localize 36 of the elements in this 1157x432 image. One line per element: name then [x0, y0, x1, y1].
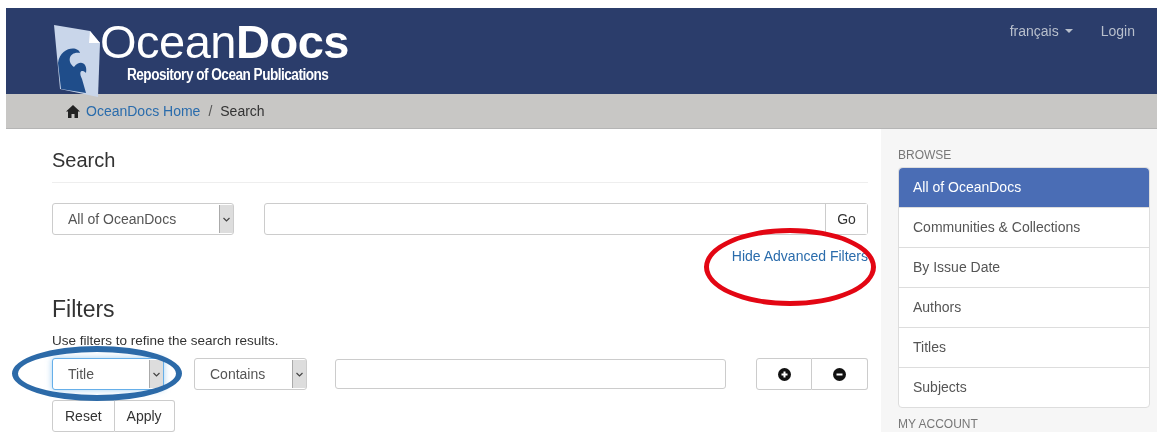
chevron-icon: [153, 371, 160, 377]
language-menu[interactable]: français: [1009, 23, 1073, 39]
go-button[interactable]: Go: [825, 204, 867, 234]
section-heading: Search: [52, 149, 868, 183]
chevron-icon: [223, 216, 230, 222]
sidebar-item[interactable]: Communities & Collections: [899, 207, 1149, 247]
login-link[interactable]: Login: [1100, 23, 1135, 39]
add-filter-button[interactable]: [756, 358, 812, 390]
help-text: Use filters to refine the search results.: [52, 333, 280, 348]
operator-dropdown[interactable]: Contains: [194, 358, 307, 390]
section-heading: Filters: [52, 296, 116, 323]
filter-field-dropdown[interactable]: Title: [52, 358, 164, 390]
logo-wordmark: OceanDocs: [100, 19, 350, 65]
reset-button[interactable]: Reset: [52, 400, 115, 432]
sidebar-heading: BROWSE: [898, 148, 953, 162]
caret-icon: [1064, 29, 1073, 33]
plus-circle-icon: [777, 367, 791, 381]
breadcrumb-current: Search: [220, 103, 265, 119]
sidebar-item[interactable]: Authors: [899, 287, 1149, 327]
minus-circle-icon: [833, 367, 846, 381]
sidebar-item[interactable]: Subjects: [899, 367, 1149, 407]
logo-icon: [52, 23, 102, 99]
chevron-icon: [296, 371, 303, 377]
home-icon: [66, 104, 80, 118]
sidebar-item[interactable]: All of OceanDocs: [899, 168, 1149, 207]
sidebar-item[interactable]: By Issue Date: [899, 247, 1149, 287]
remove-filter-button[interactable]: [812, 358, 868, 390]
filter-value-field[interactable]: [335, 359, 726, 389]
logo-tagline: Repository of Ocean Publications: [127, 66, 329, 84]
apply-button[interactable]: Apply: [114, 400, 175, 432]
breadcrumb-separator: /: [208, 103, 213, 119]
sidebar-item[interactable]: Titles: [899, 327, 1149, 367]
scope-dropdown[interactable]: All of OceanDocs: [52, 203, 234, 235]
hide-filters-link[interactable]: Hide Advanced Filters: [731, 248, 868, 264]
search-field[interactable]: Go: [264, 203, 868, 235]
sidebar-heading: MY ACCOUNT: [898, 417, 979, 431]
